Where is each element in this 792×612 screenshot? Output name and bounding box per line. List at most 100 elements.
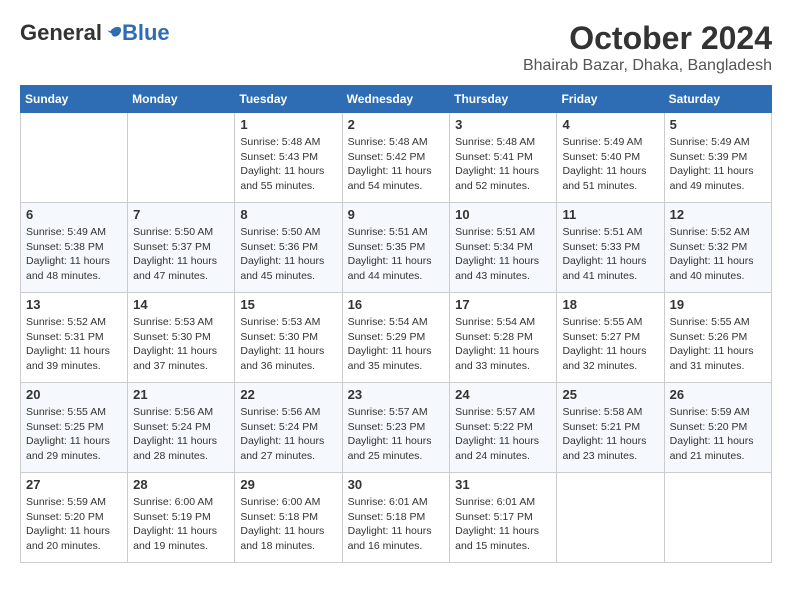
calendar-cell <box>664 473 771 563</box>
day-info: Sunrise: 6:00 AMSunset: 5:18 PMDaylight:… <box>240 495 336 554</box>
day-info: Sunrise: 5:54 AMSunset: 5:29 PMDaylight:… <box>348 315 445 374</box>
weekday-header: Saturday <box>664 86 771 113</box>
day-number: 28 <box>133 477 229 492</box>
calendar-cell: 26 Sunrise: 5:59 AMSunset: 5:20 PMDayligh… <box>664 383 771 473</box>
day-info: Sunrise: 5:54 AMSunset: 5:28 PMDaylight:… <box>455 315 551 374</box>
day-info: Sunrise: 5:57 AMSunset: 5:23 PMDaylight:… <box>348 405 445 464</box>
calendar-cell: 8Sunrise: 5:50 AMSunset: 5:36 PMDaylight… <box>235 203 342 293</box>
day-number: 19 <box>670 297 766 312</box>
day-number: 12 <box>670 207 766 222</box>
day-info: Sunrise: 5:50 AMSunset: 5:37 PMDaylight:… <box>133 225 229 284</box>
day-info: Sunrise: 5:50 AMSunset: 5:36 PMDaylight:… <box>240 225 336 284</box>
day-number: 24 <box>455 387 551 402</box>
calendar-cell: 11 Sunrise: 5:51 AMSunset: 5:33 PMDayligh… <box>557 203 664 293</box>
day-number: 2 <box>348 117 445 132</box>
title-area: October 2024 Bhairab Bazar, Dhaka, Bangl… <box>523 20 772 75</box>
calendar-cell: 15 Sunrise: 5:53 AMSunset: 5:30 PMDayligh… <box>235 293 342 383</box>
day-info: Sunrise: 5:52 AMSunset: 5:32 PMDaylight:… <box>670 225 766 284</box>
calendar-week-row: 1 Sunrise: 5:48 AMSunset: 5:43 PMDaylight… <box>21 113 772 203</box>
day-number: 11 <box>562 207 658 222</box>
day-info: Sunrise: 5:57 AMSunset: 5:22 PMDaylight:… <box>455 405 551 464</box>
day-info: Sunrise: 5:59 AMSunset: 5:20 PMDaylight:… <box>26 495 122 554</box>
day-info: Sunrise: 5:48 AMSunset: 5:41 PMDaylight:… <box>455 135 551 194</box>
day-number: 31 <box>455 477 551 492</box>
weekday-header: Friday <box>557 86 664 113</box>
day-number: 1 <box>240 117 336 132</box>
day-number: 5 <box>670 117 766 132</box>
day-number: 4 <box>562 117 658 132</box>
day-number: 26 <box>670 387 766 402</box>
calendar-cell: 2 Sunrise: 5:48 AMSunset: 5:42 PMDaylight… <box>342 113 450 203</box>
day-number: 23 <box>348 387 445 402</box>
day-info: Sunrise: 5:55 AMSunset: 5:25 PMDaylight:… <box>26 405 122 464</box>
calendar-week-row: 13 Sunrise: 5:52 AMSunset: 5:31 PMDayligh… <box>21 293 772 383</box>
calendar-cell <box>128 113 235 203</box>
calendar-cell: 13 Sunrise: 5:52 AMSunset: 5:31 PMDayligh… <box>21 293 128 383</box>
day-info: Sunrise: 5:55 AMSunset: 5:26 PMDaylight:… <box>670 315 766 374</box>
day-number: 27 <box>26 477 122 492</box>
day-info: Sunrise: 5:56 AMSunset: 5:24 PMDaylight:… <box>240 405 336 464</box>
logo: General Blue <box>20 20 170 46</box>
day-number: 3 <box>455 117 551 132</box>
day-number: 7 <box>133 207 229 222</box>
day-info: Sunrise: 6:01 AMSunset: 5:17 PMDaylight:… <box>455 495 551 554</box>
day-info: Sunrise: 5:55 AMSunset: 5:27 PMDaylight:… <box>562 315 658 374</box>
day-info: Sunrise: 5:49 AMSunset: 5:40 PMDaylight:… <box>562 135 658 194</box>
day-info: Sunrise: 5:48 AMSunset: 5:43 PMDaylight:… <box>240 135 336 194</box>
day-info: Sunrise: 5:56 AMSunset: 5:24 PMDaylight:… <box>133 405 229 464</box>
day-number: 29 <box>240 477 336 492</box>
day-number: 9 <box>348 207 445 222</box>
calendar-cell: 12 Sunrise: 5:52 AMSunset: 5:32 PMDayligh… <box>664 203 771 293</box>
calendar-cell: 22 Sunrise: 5:56 AMSunset: 5:24 PMDayligh… <box>235 383 342 473</box>
day-info: Sunrise: 6:01 AMSunset: 5:18 PMDaylight:… <box>348 495 445 554</box>
logo-blue: Blue <box>122 20 170 46</box>
day-info: Sunrise: 5:53 AMSunset: 5:30 PMDaylight:… <box>240 315 336 374</box>
day-info: Sunrise: 5:48 AMSunset: 5:42 PMDaylight:… <box>348 135 445 194</box>
calendar-cell: 28Sunrise: 6:00 AMSunset: 5:19 PMDayligh… <box>128 473 235 563</box>
weekday-header: Thursday <box>450 86 557 113</box>
day-number: 21 <box>133 387 229 402</box>
logo-general: General <box>20 20 102 46</box>
calendar-cell <box>21 113 128 203</box>
calendar-cell: 20Sunrise: 5:55 AMSunset: 5:25 PMDayligh… <box>21 383 128 473</box>
day-info: Sunrise: 5:49 AMSunset: 5:39 PMDaylight:… <box>670 135 766 194</box>
calendar-cell: 29 Sunrise: 6:00 AMSunset: 5:18 PMDayligh… <box>235 473 342 563</box>
calendar-cell: 6Sunrise: 5:49 AMSunset: 5:38 PMDaylight… <box>21 203 128 293</box>
calendar-cell: 1 Sunrise: 5:48 AMSunset: 5:43 PMDaylight… <box>235 113 342 203</box>
day-number: 18 <box>562 297 658 312</box>
day-number: 14 <box>133 297 229 312</box>
day-info: Sunrise: 5:59 AMSunset: 5:20 PMDaylight:… <box>670 405 766 464</box>
calendar-table: SundayMondayTuesdayWednesdayThursdayFrid… <box>20 85 772 563</box>
calendar-cell: 17 Sunrise: 5:54 AMSunset: 5:28 PMDayligh… <box>450 293 557 383</box>
calendar-cell: 7 Sunrise: 5:50 AMSunset: 5:37 PMDaylight… <box>128 203 235 293</box>
page-header: General Blue October 2024 Bhairab Bazar,… <box>20 20 772 75</box>
calendar-cell: 9 Sunrise: 5:51 AMSunset: 5:35 PMDaylight… <box>342 203 450 293</box>
calendar-cell <box>557 473 664 563</box>
calendar-week-row: 20Sunrise: 5:55 AMSunset: 5:25 PMDayligh… <box>21 383 772 473</box>
day-number: 6 <box>26 207 122 222</box>
calendar-cell: 18 Sunrise: 5:55 AMSunset: 5:27 PMDayligh… <box>557 293 664 383</box>
day-info: Sunrise: 5:52 AMSunset: 5:31 PMDaylight:… <box>26 315 122 374</box>
calendar-cell: 16 Sunrise: 5:54 AMSunset: 5:29 PMDayligh… <box>342 293 450 383</box>
day-number: 22 <box>240 387 336 402</box>
calendar-cell: 27 Sunrise: 5:59 AMSunset: 5:20 PMDayligh… <box>21 473 128 563</box>
day-number: 13 <box>26 297 122 312</box>
calendar-cell: 31 Sunrise: 6:01 AMSunset: 5:17 PMDayligh… <box>450 473 557 563</box>
calendar-cell: 21 Sunrise: 5:56 AMSunset: 5:24 PMDayligh… <box>128 383 235 473</box>
day-number: 30 <box>348 477 445 492</box>
day-number: 10 <box>455 207 551 222</box>
calendar-week-row: 27 Sunrise: 5:59 AMSunset: 5:20 PMDayligh… <box>21 473 772 563</box>
day-number: 25 <box>562 387 658 402</box>
day-info: Sunrise: 5:51 AMSunset: 5:35 PMDaylight:… <box>348 225 445 284</box>
weekday-header: Wednesday <box>342 86 450 113</box>
day-number: 16 <box>348 297 445 312</box>
calendar-cell: 25 Sunrise: 5:58 AMSunset: 5:21 PMDayligh… <box>557 383 664 473</box>
day-info: Sunrise: 5:58 AMSunset: 5:21 PMDaylight:… <box>562 405 658 464</box>
day-number: 17 <box>455 297 551 312</box>
day-info: Sunrise: 5:51 AMSunset: 5:33 PMDaylight:… <box>562 225 658 284</box>
calendar-cell: 24 Sunrise: 5:57 AMSunset: 5:22 PMDayligh… <box>450 383 557 473</box>
location: Bhairab Bazar, Dhaka, Bangladesh <box>523 57 772 75</box>
weekday-header: Tuesday <box>235 86 342 113</box>
day-number: 15 <box>240 297 336 312</box>
weekday-header: Sunday <box>21 86 128 113</box>
